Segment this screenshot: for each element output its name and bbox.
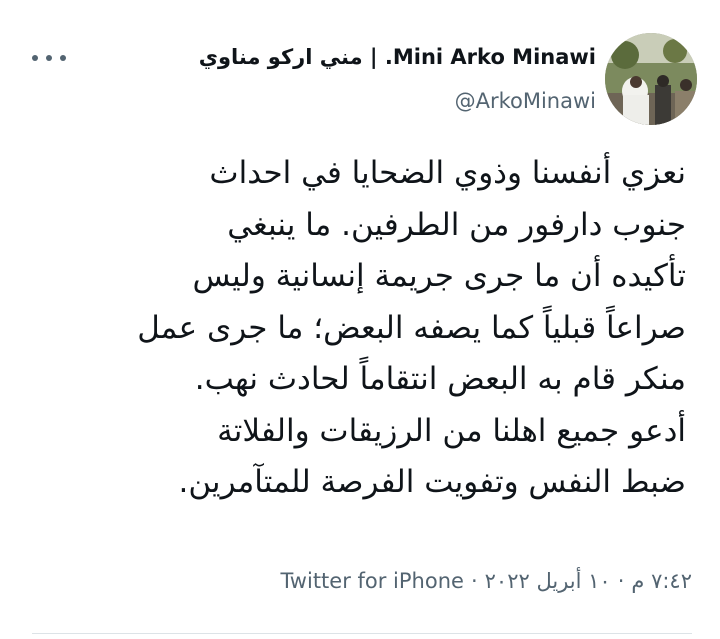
tweet-card: مني اركو مناوي | .Mini Arko Minawi @Arko… bbox=[0, 0, 720, 639]
tweet-text-line: ضبط النفس وتفويت الفرصة للمتآمرين. bbox=[178, 464, 686, 500]
more-dot-icon bbox=[60, 55, 66, 61]
tweet-text-line: جنوب دارفور من الطرفين. ما ينبغي bbox=[227, 206, 686, 243]
tweet-text-line: صراعاً قبلياً كما يصفه البعض؛ ما جرى عمل bbox=[137, 309, 686, 346]
meta-separator: · bbox=[470, 569, 478, 593]
more-dot-icon bbox=[46, 55, 52, 61]
tweet-author-header: مني اركو مناوي | .Mini Arko Minawi @Arko… bbox=[199, 42, 596, 116]
tweet-text-line: نعزي أنفسنا وذوي الضحايا في احداث bbox=[209, 155, 686, 191]
author-display-name[interactable]: مني اركو مناوي | .Mini Arko Minawi bbox=[199, 42, 596, 72]
tweet-text: نعزي أنفسنا وذوي الضحايا في احداث جنوب د… bbox=[26, 148, 686, 509]
profile-photo-icon bbox=[605, 33, 697, 125]
tweet-text-line: أدعو جميع اهلنا من الرزيقات والفلاتة bbox=[217, 412, 686, 449]
divider bbox=[32, 633, 692, 634]
tweet-time[interactable]: ٧:٤٢ م bbox=[631, 566, 692, 596]
more-options-button[interactable] bbox=[32, 46, 66, 70]
tweet-meta: Twitter for iPhone · ١٠ أبريل ٢٠٢٢ · ٧:٤… bbox=[280, 566, 692, 596]
author-avatar[interactable] bbox=[605, 33, 697, 125]
tweet-text-line: منكر قام به البعض انتقاماً لحادث نهب. bbox=[194, 361, 686, 397]
meta-separator: · bbox=[617, 569, 625, 593]
tweet-date[interactable]: ١٠ أبريل ٢٠٢٢ bbox=[485, 566, 611, 596]
author-handle[interactable]: @ArkoMinawi bbox=[199, 86, 596, 116]
tweet-text-line: تأكيده أن ما جرى جريمة إنسانية وليس bbox=[192, 258, 686, 294]
more-dot-icon bbox=[32, 55, 38, 61]
tweet-source-link[interactable]: Twitter for iPhone bbox=[280, 566, 464, 596]
